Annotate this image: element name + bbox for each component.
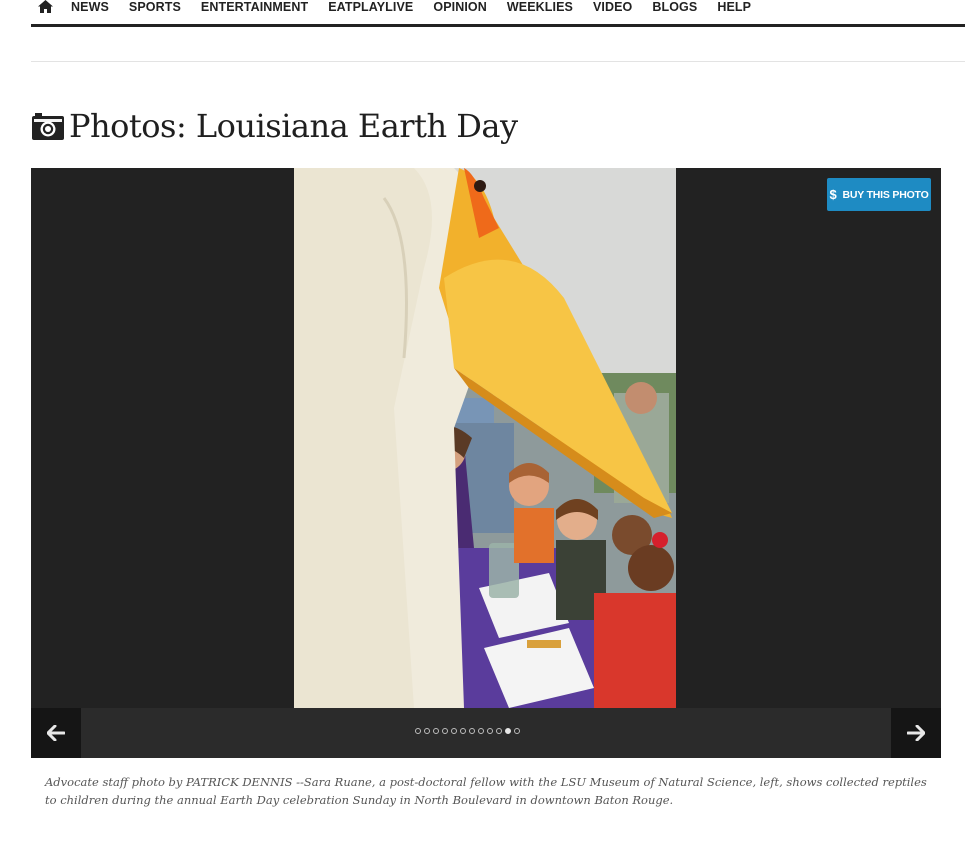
buy-this-photo-button[interactable]: $ BUY THIS PHOTO xyxy=(827,178,931,211)
nav-item-entertainment[interactable]: ENTERTAINMENT xyxy=(201,0,308,15)
nav-item-blogs[interactable]: BLOGS xyxy=(652,0,697,15)
dollar-icon: $ xyxy=(829,187,837,202)
slide-dot-1[interactable] xyxy=(415,728,421,734)
nav-item-sports[interactable]: SPORTS xyxy=(129,0,181,15)
slide-dot-9[interactable] xyxy=(487,728,493,734)
nav-item-video[interactable]: VIDEO xyxy=(593,0,632,15)
top-navigation: NEWS SPORTS ENTERTAINMENT EATPLAYLIVE OP… xyxy=(31,0,965,27)
divider xyxy=(31,61,965,62)
slide-dot-12[interactable] xyxy=(514,728,520,734)
nav-item-help[interactable]: HELP xyxy=(717,0,751,15)
slide-indicator xyxy=(415,728,520,734)
slide-dot-3[interactable] xyxy=(433,728,439,734)
gallery-photo[interactable] xyxy=(294,168,676,708)
slide-dot-11[interactable] xyxy=(505,728,511,734)
nav-item-weeklies[interactable]: WEEKLIES xyxy=(507,0,573,15)
nav-item-news[interactable]: NEWS xyxy=(71,0,109,15)
camera-icon xyxy=(32,113,64,140)
photo-gallery: $ BUY THIS PHOTO xyxy=(31,168,941,758)
slide-dot-7[interactable] xyxy=(469,728,475,734)
slide-dot-4[interactable] xyxy=(442,728,448,734)
page-title-row: Photos: Louisiana Earth Day xyxy=(31,104,518,148)
slide-dot-8[interactable] xyxy=(478,728,484,734)
slide-dot-6[interactable] xyxy=(460,728,466,734)
nav-item-opinion[interactable]: OPINION xyxy=(433,0,486,15)
page-title: Photos: Louisiana Earth Day xyxy=(69,107,518,145)
slide-dot-2[interactable] xyxy=(424,728,430,734)
previous-photo-button[interactable] xyxy=(31,708,81,758)
photo-caption: Advocate staff photo by PATRICK DENNIS -… xyxy=(45,775,927,807)
home-icon[interactable] xyxy=(31,0,59,16)
nav-item-eatplaylive[interactable]: EATPLAYLIVE xyxy=(328,0,413,15)
arrow-left-icon xyxy=(47,725,65,741)
arrow-right-icon xyxy=(907,725,925,741)
next-photo-button[interactable] xyxy=(891,708,941,758)
buy-this-photo-label: BUY THIS PHOTO xyxy=(842,188,929,201)
slide-dot-10[interactable] xyxy=(496,728,502,734)
photo-illustration xyxy=(294,168,676,708)
gallery-controls xyxy=(31,708,941,758)
slide-dot-5[interactable] xyxy=(451,728,457,734)
